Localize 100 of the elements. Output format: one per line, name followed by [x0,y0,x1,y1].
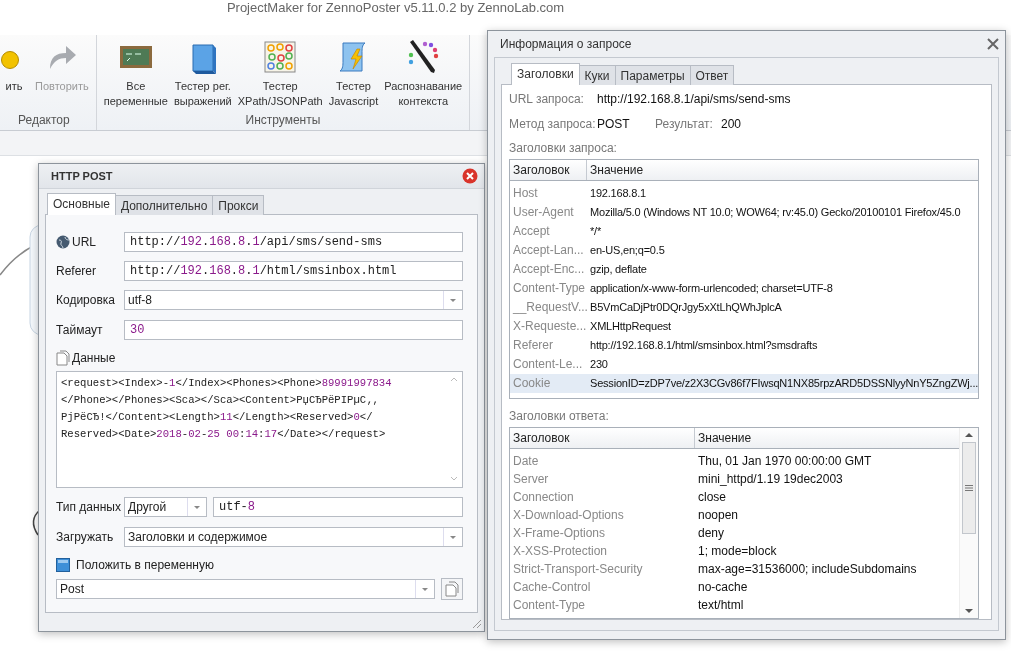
table-row[interactable]: Accept */* [510,222,978,241]
table-cell-text: Thu, 01 Jan 1970 00:00:00 GMT [697,453,873,470]
table-row[interactable]: Date Thu, 01 Jan 1970 00:00:00 GMT [510,452,959,470]
table-cell-text: Connection [512,489,575,506]
group-label: Инструменты [245,112,321,129]
table-row[interactable]: User-Agent Mozilla/5.0 (Windows NT 10.0; WOW64; rv:45.0) Gecko/20100101 Firefox/45.0 [510,203,978,222]
section-title: Заголовки ответа: [509,408,610,425]
column-header[interactable]: Заголовок [510,428,695,448]
table-row[interactable]: X-Frame-Options deny [510,524,959,542]
table-cell-text: en-US,en;q=0.5 [589,243,666,258]
close-icon[interactable] [987,38,999,50]
section-title: Заголовки запроса: [509,140,618,157]
table-cell-text: Accept-Enc... [512,261,586,278]
table-row[interactable]: Content-Type text/html [510,596,959,614]
table-row[interactable]: Referer http://192.168.8.1/html/smsinbox.html?smsdrafts [510,336,978,355]
table-cell-text: B5VmCaDjPtr0DQrJgy5xXtLhQWhJplcA [589,300,783,315]
group-label: Редактор [18,112,70,129]
data-type-field[interactable]: utf-8 [213,497,463,517]
table-row[interactable]: Strict-Transport-Security max-age=31536000; includeSubdomains [510,560,959,578]
table-row[interactable]: Content-Type application/x-www-form-urlencoded; charset=UTF-8 [510,279,978,298]
table-row[interactable]: __RequestV... B5VmCaDjPtr0DQrJgy5xXtLhQWhJplcA [510,298,978,317]
table-cell-text: Server [512,471,550,488]
table-row[interactable]: Content-Le... 230 [510,355,978,374]
info-value: 200 [721,116,742,133]
ribbon-button[interactable]: Тестер Javascript [325,39,382,110]
table-row[interactable]: X-XSS-Protection 1; mode=block [510,542,959,560]
url-field[interactable]: http://192.168.8.1/api/sms/send-sms [124,232,463,252]
table-cell-text: Strict-Transport-Security [512,561,644,578]
copy-icon [445,581,459,597]
ribbon-button[interactable]: Все переменные [100,39,171,110]
load-select[interactable]: Заголовки и содержимое [124,527,463,547]
info-value: POST [597,116,631,133]
table-cell-text: gzip, deflate [589,262,648,277]
close-icon[interactable] [462,168,478,184]
table-cell-text: no-cache [697,579,749,596]
tab[interactable]: Основные [47,193,116,215]
table-cell-text: noopen [697,507,740,524]
window-title: HTTP POST [51,170,113,182]
ribbon-button[interactable]: Распознавание контекста [381,39,466,110]
table-row[interactable]: Cookie SessionID=zDP7ve/z2X3CGv86f7FIwsqN1NX85rpzARD5DSSNlyyNnY5ZngZWj... [510,374,978,393]
column-header[interactable]: Значение [587,160,978,180]
ribbon-button[interactable]: Тестер XPath/JSONPath [234,39,326,110]
table-row[interactable]: Accept-Enc... gzip, deflate [510,260,978,279]
referer-field[interactable]: http://192.168.8.1/html/smsinbox.html [124,261,463,281]
tab[interactable]: Куки [578,65,616,85]
table-cell-text: Content-Type [512,280,586,297]
field-label: Загружать [56,530,115,544]
table-cell-text: Date [512,453,540,470]
table-cell-text: X-Frame-Options [512,525,607,542]
ribbon-button[interactable]: Тестер рег. выражений [170,39,235,110]
info-label: Результат: [655,116,714,133]
tab[interactable]: Ответ [689,65,735,85]
ribbon-button[interactable]: ить [0,39,32,110]
table-row[interactable]: Connection close [510,488,959,506]
data-text-area[interactable]: <request><Index>-1</Index><Phones><Phone>89991997834 </Phone></Phones><Sca></Sca><Content>РџСЂРёРІРµС‚, РјРёСЂ!</Content><Length>11</Length><Reserved>0</ Reserved><Date>2018-02-25 00:14:17</Date></request> [56,371,463,488]
tab[interactable]: Прокси [212,195,265,215]
table-cell-text: XMLHttpRequest [589,319,672,334]
tab[interactable]: Дополнительно [114,195,214,215]
resize-grip-icon[interactable] [472,619,482,629]
table-cell-text: X-Download-Options [512,507,625,524]
table-cell-text: application/x-www-form-urlencoded; charset=UTF-8 [589,281,834,296]
column-header[interactable]: Заголовок [510,160,587,180]
field-label: Referer [56,264,97,278]
field-label: Кодировка [56,293,116,307]
info-label: URL запроса: [509,91,585,108]
tab[interactable]: Параметры [614,65,691,85]
scrollbar[interactable] [959,428,978,618]
table-row[interactable]: Cache-Control no-cache [510,578,959,596]
table-row[interactable]: Accept-Lan... en-US,en;q=0.5 [510,241,978,260]
table-row[interactable]: Server mini_httpd/1.19 19dec2003 [510,470,959,488]
table-cell-text: 192.168.8.1 [589,186,647,201]
table-cell-text: Referer [512,337,554,354]
table-cell-text: SessionID=zDP7ve/z2X3CGv86f7FIwsqN1NX85rpzARD5DSSNlyyNnY5ZngZWj... [589,376,978,391]
label-text: Данные [72,351,116,365]
table-cell-text: __RequestV... [512,299,586,316]
variable-select[interactable]: Post [56,579,435,599]
table-cell-text: User-Agent [512,204,575,221]
table-cell-text: deny [697,525,726,542]
info-label: Метод запроса: [509,116,597,133]
table-row[interactable]: X-Download-Options noopen [510,506,959,524]
encoding-select[interactable]: utf-8 [124,290,463,310]
table-cell-text: X-XSS-Protection [512,543,609,560]
table-cell-text: 230 [589,357,609,372]
table-cell-text: Accept-Lan... [512,242,585,259]
info-value: http://192.168.8.1/api/sms/send-sms [597,91,791,108]
scroll-thumb[interactable] [962,442,976,534]
table-cell-text: Cache-Control [512,579,592,596]
timeout-field[interactable]: 30 [124,320,463,340]
table-cell-text: text/html [697,597,745,614]
window-title: Информация о запросе [500,37,632,51]
dot-grid-icon [262,39,299,75]
data-type-select[interactable]: Другой [124,497,207,517]
tab[interactable]: Заголовки [511,63,580,85]
table-row[interactable]: X-Requeste... XMLHttpRequest [510,317,978,336]
copy-button[interactable] [441,578,463,600]
field-label: Положить в переменную [76,558,214,572]
table-row[interactable]: Host 192.168.8.1 [510,184,978,203]
table-cell-text: 1; mode=block [697,543,778,560]
table-cell-text: Cookie [512,375,552,392]
column-header[interactable]: Значение [695,428,959,448]
